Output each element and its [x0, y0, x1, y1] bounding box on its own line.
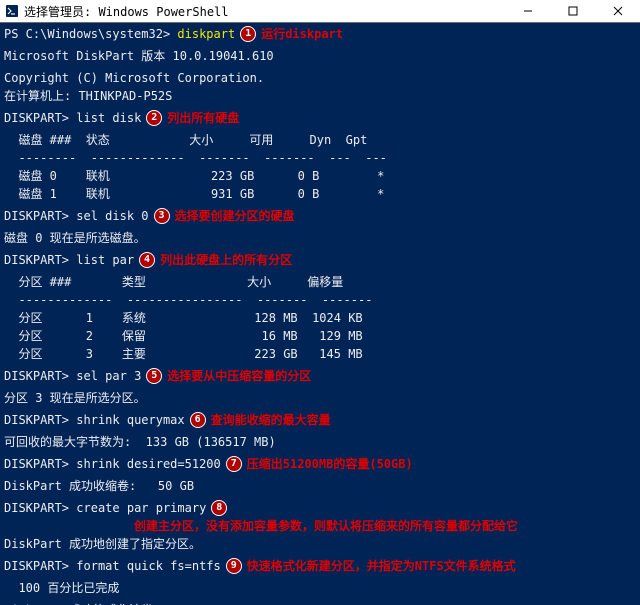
step-badge-8: 8 [211, 500, 227, 516]
minimize-button[interactable] [505, 0, 550, 22]
output: 可回收的最大字节数为: 133 GB (136517 MB) [4, 433, 636, 451]
cmd-line: DISKPART> sel par 35选择要从中压缩容量的分区 [4, 367, 636, 385]
maximize-button[interactable] [550, 0, 595, 22]
disk-row: 磁盘 1 联机 931 GB 0 B * [4, 185, 636, 203]
disk-row: 磁盘 0 联机 223 GB 0 B * [4, 167, 636, 185]
annotation: 快速格式化新建分区，并指定为NTFS文件系统格式 [247, 559, 516, 573]
annotation: 查询能收缩的最大容量 [211, 413, 331, 427]
annotation: 列出此硬盘上的所有分区 [160, 253, 292, 267]
close-button[interactable] [595, 0, 640, 22]
cmd-diskpart: diskpart [177, 27, 235, 41]
step-badge-1: 1 [240, 26, 256, 42]
par-header: 分区 ### 类型 大小 偏移量 [4, 273, 636, 291]
step-badge-7: 7 [226, 456, 242, 472]
output: DiskPart 成功收缩卷: 50 GB [4, 477, 636, 495]
powershell-window: 选择管理员: Windows PowerShell PS C:\Windows\… [0, 0, 640, 605]
output: DiskPart 成功地创建了指定分区。 [4, 535, 636, 553]
cmd-line: DISKPART> list disk2列出所有硬盘 [4, 109, 636, 127]
output: 磁盘 0 现在是所选磁盘。 [4, 229, 636, 247]
output: DiskPart 成功格式化该卷。 [4, 601, 636, 605]
output: 在计算机上: THINKPAD-P52S [4, 87, 636, 105]
terminal-body[interactable]: PS C:\Windows\system32> diskpart1运行diskp… [0, 23, 640, 605]
disk-header: 磁盘 ### 状态 大小 可用 Dyn Gpt [4, 131, 636, 149]
annotation: 运行diskpart [261, 27, 343, 41]
step-badge-2: 2 [146, 110, 162, 126]
annotation: 选择要创建分区的硬盘 [175, 209, 295, 223]
step-badge-6: 6 [190, 412, 206, 428]
par-divider: ------------- ---------------- ------- -… [4, 291, 636, 309]
par-row: 分区 2 保留 16 MB 129 MB [4, 327, 636, 345]
par-row: 分区 1 系统 128 MB 1024 KB [4, 309, 636, 327]
par-row: 分区 3 主要 223 GB 145 MB [4, 345, 636, 363]
titlebar: 选择管理员: Windows PowerShell [0, 0, 640, 23]
cmd-line: DISKPART> shrink desired=512007压缩出51200M… [4, 455, 636, 473]
step-badge-5: 5 [146, 368, 162, 384]
output: Copyright (C) Microsoft Corporation. [4, 69, 636, 87]
cmd-line: DISKPART> list par4列出此硬盘上的所有分区 [4, 251, 636, 269]
step-badge-4: 4 [139, 252, 155, 268]
annotation: 选择要从中压缩容量的分区 [167, 369, 311, 383]
annotation: 创建主分区，没有添加容量参数，则默认将压缩来的所有容量都分配给它 [134, 519, 518, 533]
window-controls [505, 0, 640, 22]
annotation: 压缩出51200MB的容量(50GB) [247, 457, 413, 471]
cmd-line: DISKPART> shrink querymax6查询能收缩的最大容量 [4, 411, 636, 429]
cmd-line: PS C:\Windows\system32> diskpart1运行diskp… [4, 25, 636, 43]
step-badge-9: 9 [226, 558, 242, 574]
output: Microsoft DiskPart 版本 10.0.19041.610 [4, 47, 636, 65]
output: 分区 3 现在是所选分区。 [4, 389, 636, 407]
annotation-line: DISKPART> create p创建主分区，没有添加容量参数，则默认将压缩来… [4, 517, 636, 535]
cmd-line: DISKPART> create par primary8 [4, 499, 636, 517]
output: 100 百分比已完成 [4, 579, 636, 597]
disk-divider: -------- ------------- ------- ------- -… [4, 149, 636, 167]
cmd-line: DISKPART> sel disk 03选择要创建分区的硬盘 [4, 207, 636, 225]
window-title: 选择管理员: Windows PowerShell [24, 3, 505, 20]
powershell-icon [4, 3, 20, 19]
cmd-line: DISKPART> format quick fs=ntfs9快速格式化新建分区… [4, 557, 636, 575]
annotation: 列出所有硬盘 [167, 111, 239, 125]
step-badge-3: 3 [154, 208, 170, 224]
